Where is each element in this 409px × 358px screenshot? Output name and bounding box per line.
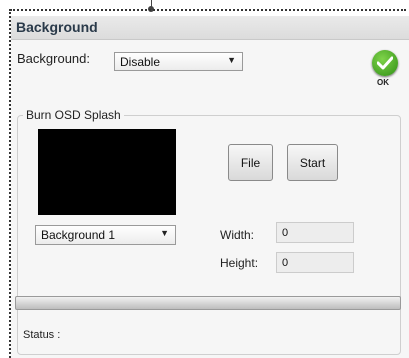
height-field[interactable] <box>276 252 354 273</box>
splash-preview-image <box>38 129 176 215</box>
height-label: Height: <box>220 256 259 270</box>
window-title: Background <box>16 19 98 35</box>
ok-label: OK <box>377 78 389 87</box>
width-label: Width: <box>220 228 255 242</box>
background-window: Background Background: Disable ▼ OK Burn… <box>11 16 409 358</box>
background-image-select[interactable]: Background 1 ▼ <box>35 225 176 245</box>
background-select[interactable]: Disable ▼ <box>114 52 243 71</box>
file-button[interactable]: File <box>228 144 273 181</box>
selection-border-top <box>10 9 406 11</box>
background-label: Background: <box>17 51 90 66</box>
status-label: Status : <box>23 329 61 341</box>
group-title: Burn OSD Splash <box>23 108 124 122</box>
checkmark-icon <box>377 56 393 70</box>
start-button[interactable]: Start <box>287 144 338 181</box>
background-image-select-value: Background 1 <box>41 228 116 242</box>
ok-button[interactable] <box>372 50 398 76</box>
chevron-down-icon: ▼ <box>160 228 169 238</box>
chevron-down-icon: ▼ <box>227 55 236 65</box>
progress-bar <box>15 296 401 310</box>
background-select-value: Disable <box>120 55 161 69</box>
width-field[interactable] <box>276 222 354 243</box>
title-bar: Background <box>11 16 409 40</box>
